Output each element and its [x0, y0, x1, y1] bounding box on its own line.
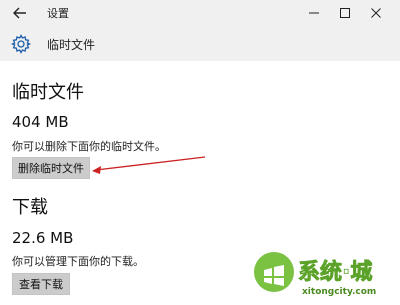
downloads-size: 22.6 MB	[12, 229, 74, 247]
view-downloads-button[interactable]: 查看下载	[12, 273, 70, 295]
svg-text:系统·城: 系统·城	[298, 259, 372, 285]
svg-text:xitongcity.com: xitongcity.com	[302, 287, 376, 297]
downloads-heading: 下载	[12, 197, 48, 218]
downloads-description: 你可以管理下面你的下载。	[12, 255, 144, 268]
watermark-logo: 系统·城 xitongcity.com	[250, 246, 395, 301]
